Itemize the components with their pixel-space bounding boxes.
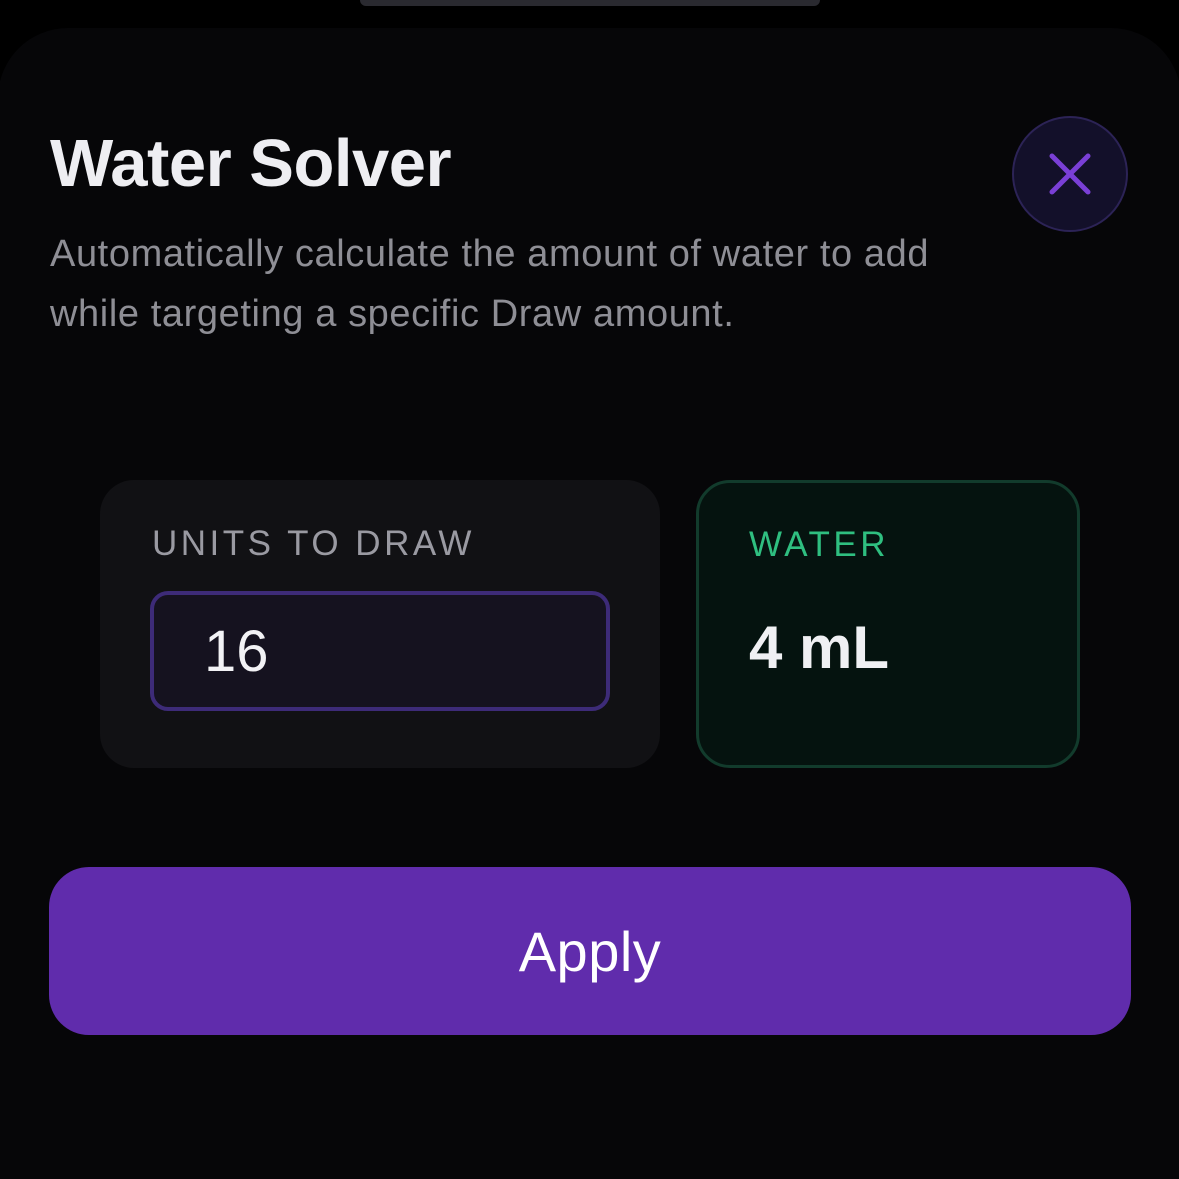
water-value: 4 mL <box>749 614 890 681</box>
close-button[interactable] <box>1012 116 1128 232</box>
units-to-draw-card: UNITS TO DRAW <box>100 480 660 768</box>
page-description: Automatically calculate the amount of wa… <box>50 233 930 335</box>
apply-button[interactable]: Apply <box>49 867 1131 1035</box>
screen: Water Solver Automatically calculate the… <box>0 0 1179 1179</box>
water-label: WATER <box>749 525 889 564</box>
water-result-card: WATER 4 mL <box>696 480 1080 768</box>
close-icon <box>1048 152 1092 196</box>
sheet-grabber[interactable] <box>360 0 820 6</box>
units-to-draw-input[interactable] <box>150 591 610 711</box>
page-title: Water Solver <box>50 126 452 201</box>
units-to-draw-label: UNITS TO DRAW <box>152 524 475 563</box>
